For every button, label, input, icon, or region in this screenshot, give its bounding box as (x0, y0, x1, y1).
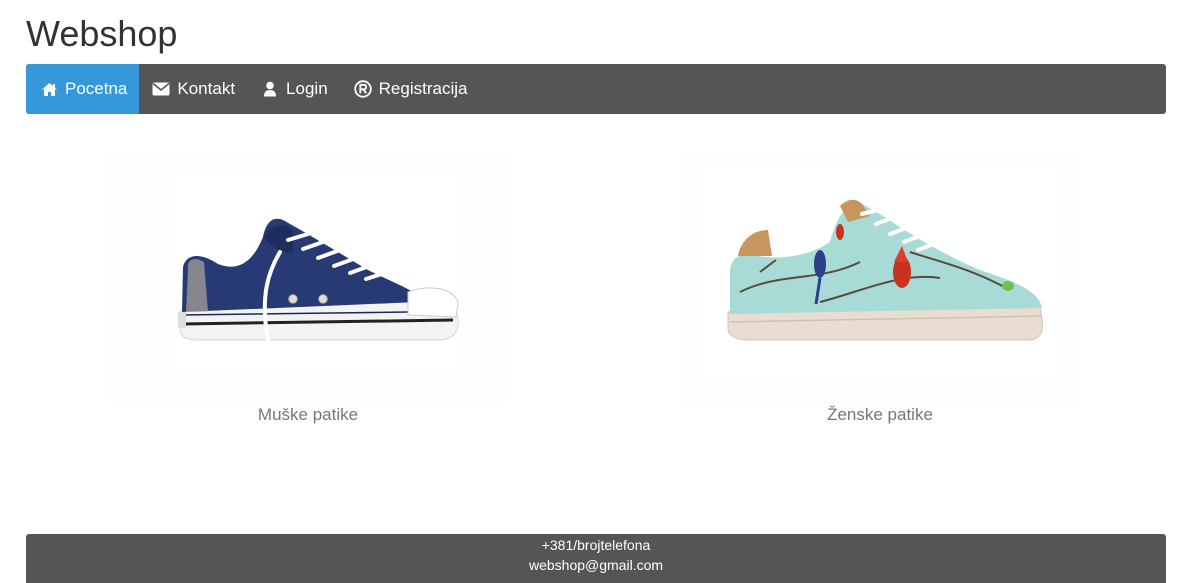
category-womens-shoes[interactable]: Ženske patike (680, 152, 1080, 426)
site-footer: +381/brojtelefona webshop@gmail.com (26, 534, 1166, 583)
footer-email[interactable]: webshop@gmail.com (26, 555, 1166, 575)
site-title: Webshop (26, 13, 178, 54)
home-icon (40, 80, 58, 98)
womens-shoe-image[interactable] (680, 152, 1080, 402)
page: Webshop Pocetna Kontakt Login Registraci… (0, 0, 1199, 583)
nav-label-kontakt: Kontakt (177, 79, 236, 98)
nav-label-registracija: Registracija (378, 79, 468, 98)
category-mens-shoes[interactable]: Muške patike (108, 152, 508, 426)
nav-item-registracija[interactable]: Registracija (341, 64, 481, 114)
nav-item-kontakt[interactable]: Kontakt (139, 64, 248, 114)
category-label-mens[interactable]: Muške patike (108, 404, 508, 426)
user-icon (261, 80, 279, 98)
nav-label-login: Login (286, 79, 328, 98)
footer-phone: +381/brojtelefona (541, 537, 651, 553)
nav-label-pocetna: Pocetna (65, 79, 128, 98)
mens-shoe-image[interactable] (108, 152, 508, 402)
envelope-icon (152, 80, 170, 98)
registered-icon (353, 80, 372, 98)
category-label-womens[interactable]: Ženske patike (680, 404, 1080, 426)
nav-item-login[interactable]: Login (248, 64, 341, 114)
main-navbar: Pocetna Kontakt Login Registracija (26, 64, 1166, 114)
nav-item-pocetna[interactable]: Pocetna (26, 64, 140, 114)
